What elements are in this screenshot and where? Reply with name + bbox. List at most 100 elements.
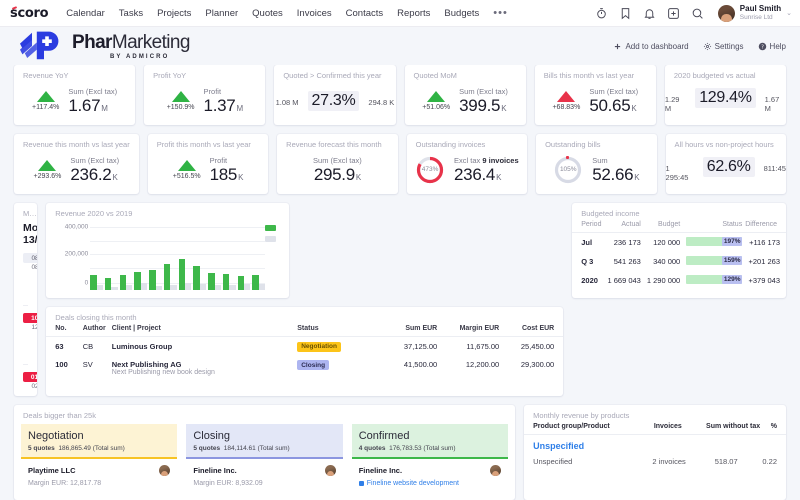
- product-sum: 518.07: [714, 457, 738, 466]
- kpi-unit: K: [355, 173, 361, 182]
- table-row[interactable]: 2020 1 669 043 1 290 000 129% +379 043: [572, 271, 786, 290]
- product-group-heading[interactable]: Unspecified: [524, 435, 786, 453]
- kanban-column-negotiation[interactable]: Negotiation 5 quotes 186,865.49 (Total s…: [21, 424, 178, 494]
- dashboard-header: PharMarketing BY ADMICRO Add to dashboar…: [0, 27, 800, 65]
- triangle-up-icon: [177, 159, 196, 171]
- timer-icon[interactable]: [595, 7, 608, 20]
- search-icon[interactable]: [691, 7, 704, 20]
- bell-icon[interactable]: [643, 7, 656, 20]
- kpi-unit: K: [496, 173, 502, 182]
- product-name: Unspecified: [533, 457, 573, 466]
- calendar-event[interactable]: 01:30 pm 02:30 pm CB PS SJ Weekly sales …: [14, 372, 38, 396]
- nav-item-contacts[interactable]: Contacts: [346, 8, 384, 19]
- kpi-card-all-hours[interactable]: All hours vs non-project hours 1 295:45 …: [665, 134, 786, 194]
- kanban-card[interactable]: Fineline Inc. Margin EUR: 8,932.09: [186, 459, 343, 494]
- calendar-widget[interactable]: My calendar today Monday, 13/07 08:00 am…: [14, 203, 38, 396]
- budget-actual: 1 669 043: [607, 276, 641, 285]
- help-button[interactable]: ? Help: [758, 42, 786, 51]
- deals-closing-widget[interactable]: Deals closing this month No. Author Clie…: [46, 307, 564, 396]
- kpi-card-profit-month-vs-year[interactable]: Profit this month vs last year +516.5% P…: [147, 134, 269, 194]
- kpi-value: 185K: [210, 166, 244, 183]
- budgeted-income-widget[interactable]: Budgeted income Period Actual Budget Sta…: [572, 203, 786, 298]
- kanban-column-closing[interactable]: Closing 5 quotes 184,114.61 (Total sum) …: [186, 424, 343, 494]
- table-row[interactable]: Q 3 541 263 340 000 159% +201 263: [572, 252, 786, 271]
- budget-status: 129%: [686, 271, 745, 290]
- deals-kanban-widget[interactable]: Deals bigger than 25k Negotiation 5 quot…: [14, 405, 516, 500]
- brand-subtitle: BY ADMICRO: [110, 53, 170, 60]
- kpi-card-outstanding-invoices[interactable]: Outstanding invoices 473% Excl tax 9 inv…: [406, 134, 528, 194]
- product-percent: 0.22: [762, 457, 777, 466]
- calendar-event[interactable]: 08:00 am 08:00 am BP CS PS WJ Approve ho…: [14, 253, 38, 297]
- middle-column: Revenue 2020 vs 2019 400,000 200,000 0 D…: [46, 203, 564, 396]
- nav-item-budgets[interactable]: Budgets: [444, 8, 479, 19]
- table-row[interactable]: 100 SV Next Publishing AG Next Publishin…: [46, 356, 563, 380]
- deal-author: CB: [82, 341, 94, 351]
- content-row-1: My calendar today Monday, 13/07 08:00 am…: [14, 203, 786, 396]
- budget-status: 159%: [686, 252, 745, 271]
- nav-item-calendar[interactable]: Calendar: [66, 8, 105, 19]
- kanban-card-client: Fineline Inc.: [193, 466, 237, 476]
- trend-indicator: +293.6%: [34, 159, 61, 180]
- kanban-stage-meta: 5 quotes 186,865.49 (Total sum): [28, 445, 170, 452]
- help-icon: ?: [758, 42, 766, 50]
- nav-item-planner[interactable]: Planner: [205, 8, 238, 19]
- table-row[interactable]: Unspecified 2 invoices 518.07 0.22: [524, 453, 786, 470]
- col-no: No.: [46, 322, 74, 337]
- kpi-card-profit-yoy[interactable]: Profit YoY +150.9% Profit 1.37M: [144, 65, 266, 125]
- kpi-value: 1.67M: [68, 97, 117, 114]
- nav-item-invoices[interactable]: Invoices: [297, 8, 332, 19]
- scoro-logo[interactable]: scoro: [10, 6, 49, 21]
- kpi-metric-label: Sum (Excl tax): [313, 156, 362, 165]
- revenue-chart-widget[interactable]: Revenue 2020 vs 2019 400,000 200,000 0: [46, 203, 290, 298]
- budget-difference: +379 043: [748, 276, 781, 285]
- bar-2019-7: [185, 283, 192, 290]
- plus-box-icon[interactable]: [667, 7, 680, 20]
- avatar: [324, 465, 336, 477]
- kanban-card[interactable]: Playtime LLC Margin EUR: 12,817.78: [21, 459, 178, 494]
- user-menu[interactable]: Paul Smith Sunrise Ltd ⌄: [717, 4, 792, 22]
- kpi-card-bills-month-vs-year[interactable]: Bills this month vs last year +68.83% Su…: [534, 65, 656, 125]
- nav-item-reports[interactable]: Reports: [397, 8, 430, 19]
- kpi-title: All hours vs non-project hours: [674, 140, 774, 149]
- donut-gauge-bills: 105%: [553, 155, 583, 185]
- kpi-change: +516.5%: [172, 172, 201, 180]
- chevron-down-icon[interactable]: ⌄: [786, 9, 792, 17]
- kanban-card-subtitle[interactable]: Fineline website development: [358, 480, 501, 487]
- kanban-stage-name: Confirmed: [358, 430, 410, 442]
- chart-area: 400,000 200,000 0: [46, 218, 289, 290]
- calendar-event[interactable]: 10:00 am 12:00 pm CS LR PS Market analys…: [14, 313, 38, 356]
- kpi-card-quoted-mom[interactable]: Quoted MoM +51.06% Sum (Excl tax) 399.5K: [404, 65, 526, 125]
- comparison-values: 1.29 M 129.4% 1.67 M: [665, 88, 786, 113]
- kpi-title: Outstanding invoices: [415, 140, 486, 149]
- kpi-title: Revenue this month vs last year: [23, 140, 130, 149]
- kpi-card-budgeted-vs-actual[interactable]: 2020 budgeted vs actual 1.29 M 129.4% 1.…: [664, 65, 787, 125]
- kanban-card[interactable]: Fineline Inc. Fineline website developme…: [351, 459, 509, 494]
- nav-item-quotes[interactable]: Quotes: [252, 8, 283, 19]
- settings-button[interactable]: Settings: [703, 42, 744, 51]
- gear-icon: [703, 42, 711, 50]
- kpi-card-outstanding-bills[interactable]: Outstanding bills 105% Sum 52.66K: [536, 134, 657, 194]
- table-row[interactable]: 63 CB Luminous Group Negotiation 37,125.…: [46, 337, 563, 356]
- bar-group: [104, 221, 118, 290]
- kpi-unit: M: [101, 104, 108, 113]
- nav-item-tasks[interactable]: Tasks: [119, 8, 143, 19]
- kpi-body: 1.08 M 27.3% 294.8 K: [274, 80, 395, 125]
- kpi-card-revenue-month-vs-year[interactable]: Revenue this month vs last year +293.6% …: [14, 134, 139, 194]
- col-actual: Actual: [607, 218, 647, 233]
- bar-group: [178, 221, 192, 290]
- chart-legend: [265, 221, 281, 290]
- add-to-dashboard-button[interactable]: Add to dashboard: [613, 42, 689, 51]
- nav-item-projects[interactable]: Projects: [157, 8, 191, 19]
- kpi-card-quoted-confirmed[interactable]: Quoted > Confirmed this year 1.08 M 27.3…: [274, 65, 396, 125]
- col-status: Status: [686, 218, 746, 233]
- bookmark-icon[interactable]: [619, 7, 632, 20]
- user-company: Sunrise Ltd: [739, 13, 773, 21]
- table-row[interactable]: Jul 236 173 120 000 197% +116 173: [572, 233, 786, 253]
- monthly-revenue-products-widget[interactable]: Monthly revenue by products Product grou…: [524, 405, 786, 500]
- kanban-column-confirmed[interactable]: Confirmed 4 quotes 176,783.53 (Total sum…: [351, 424, 509, 494]
- kpi-card-revenue-forecast[interactable]: Revenue forecast this month Sum (Excl ta…: [277, 134, 398, 194]
- bar-group: [134, 221, 148, 290]
- kpi-card-revenue-yoy[interactable]: Revenue YoY +117.4% Sum (Excl tax) 1.67M: [14, 65, 136, 125]
- nav-more-icon[interactable]: •••: [493, 7, 508, 19]
